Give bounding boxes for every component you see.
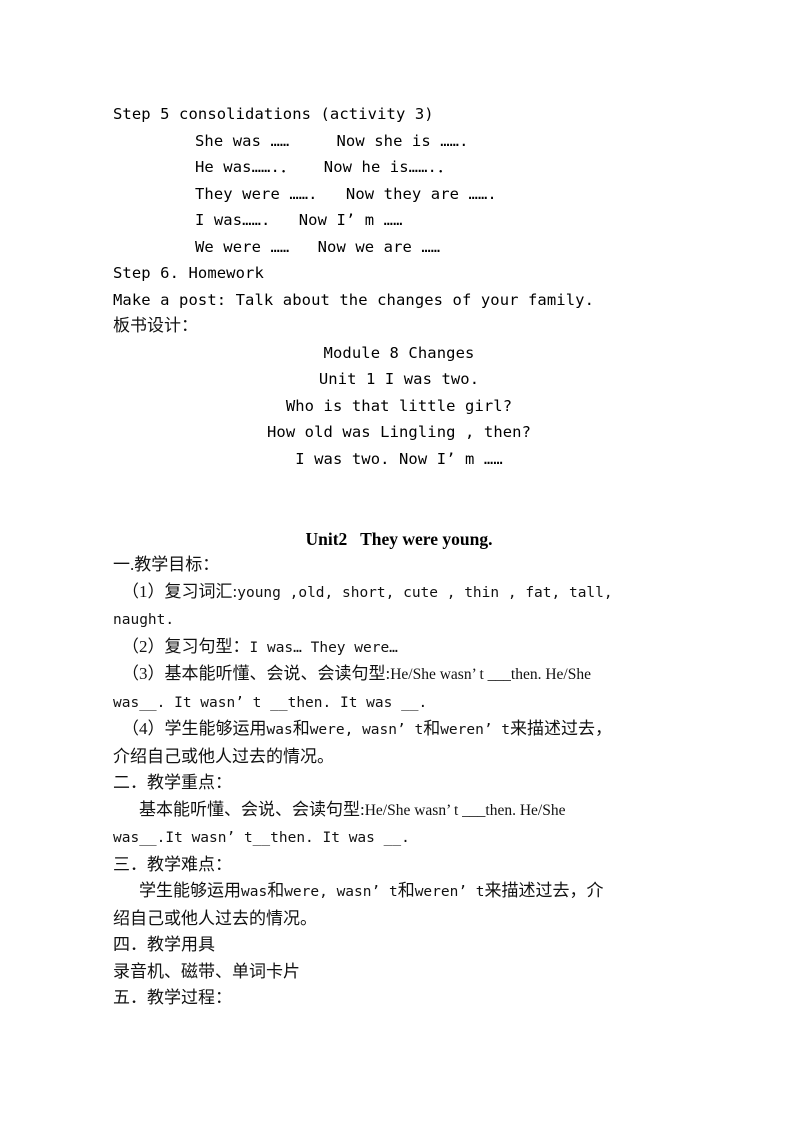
unit2-section4-body: 录音机、磁带、单词卡片 [113, 961, 300, 981]
step5-line-2: He was…….． Now he is…….． [195, 158, 453, 176]
unit2-section2-body: 基本能听懂、会说、会读句型:He/She wasn’ t ___then. He… [113, 797, 693, 825]
step5-heading: Step 5 consolidations (activity 3) [113, 105, 434, 123]
step6-body: Make a post: Talk about the changes of y… [113, 290, 595, 309]
blackboard-label: 板书设计： [113, 316, 198, 335]
unit2-section3-body: 学生能够运用was和were, wasn’ t和weren’ t来描述过去，介 [139, 881, 604, 900]
objective-2-label: （2）复习句型： [122, 636, 250, 656]
unit2-section5-heading: 五．教学过程： [113, 988, 232, 1007]
section2-body-value: He/She wasn’ t ___then. He/She [364, 801, 566, 819]
objective-3-label: （3）基本能听懂、会说、会读句型: [122, 664, 391, 683]
unit2-objective-4-cont: 介绍自己或他人过去的情况。 [113, 746, 334, 766]
unit2-objective-3: （3）基本能听懂、会说、会读句型:He/She wasn’ t ___then.… [113, 661, 693, 689]
unit2-section4-heading: 四．教学用具 [113, 935, 215, 954]
step5-line-1: She was …… Now she is ……. [195, 131, 469, 150]
blackboard-line-3: Who is that little girl? [285, 396, 513, 415]
unit2-section3-heading: 三．教学难点： [113, 854, 232, 874]
step5-line-4: I was……. Now I’ m …… [195, 211, 403, 229]
unit2-objective-3-cont: was__. It wasn’ t __then. It was __. [113, 694, 428, 711]
document-content: Step 5 consolidations (activity 3) She w… [113, 101, 693, 1012]
step5-line-3: They were ……. Now they are ……. [195, 184, 497, 203]
unit2-objective-2: （2）复习句型：I was… They were… [113, 634, 693, 662]
unit2-section2-heading: 二．教学重点： [113, 773, 232, 792]
blackboard-block: Module 8 Changes Unit 1 I was two. Who i… [113, 340, 685, 473]
objective-1-value: young ,old, short, cute , thin , fat, ta… [237, 584, 613, 601]
objective-1-label: （1）复习词汇: [122, 581, 238, 601]
blackboard-line-4: How old was Lingling , then? [266, 423, 532, 441]
blackboard-line-2: Unit 1 I was two. [318, 370, 480, 388]
step6-heading: Step 6. Homework [113, 264, 264, 282]
document-page: Step 5 consolidations (activity 3) She w… [0, 0, 794, 1123]
unit2-section2-body-cont: was__.It wasn’ t__then. It was __. [113, 830, 410, 846]
blackboard-line-1: Module 8 Changes [323, 343, 475, 362]
blackboard-line-5: I was two. Now I’ m …… [295, 449, 503, 468]
unit2-section1-heading: 一.教学目标： [113, 555, 220, 574]
section2-body-label: 基本能听懂、会说、会读句型: [139, 799, 365, 819]
unit2-objective-1-cont: naught. [113, 612, 175, 628]
unit2-objective-1: （1）复习词汇:young ,old, short, cute , thin ,… [113, 579, 693, 607]
objective-3-value: He/She wasn’ t ___then. He/She [390, 666, 591, 683]
unit2-objective-4: （4）学生能够运用was和were, wasn’ t和weren’ t来描述过去… [122, 719, 613, 738]
unit2-section3-body-cont: 绍自己或他人过去的情况。 [113, 908, 317, 928]
unit2-title: Unit2 They were young. [305, 529, 493, 549]
step5-line-5: We were …… Now we are …… [195, 237, 441, 256]
objective-2-value: I was… They were… [249, 639, 398, 656]
